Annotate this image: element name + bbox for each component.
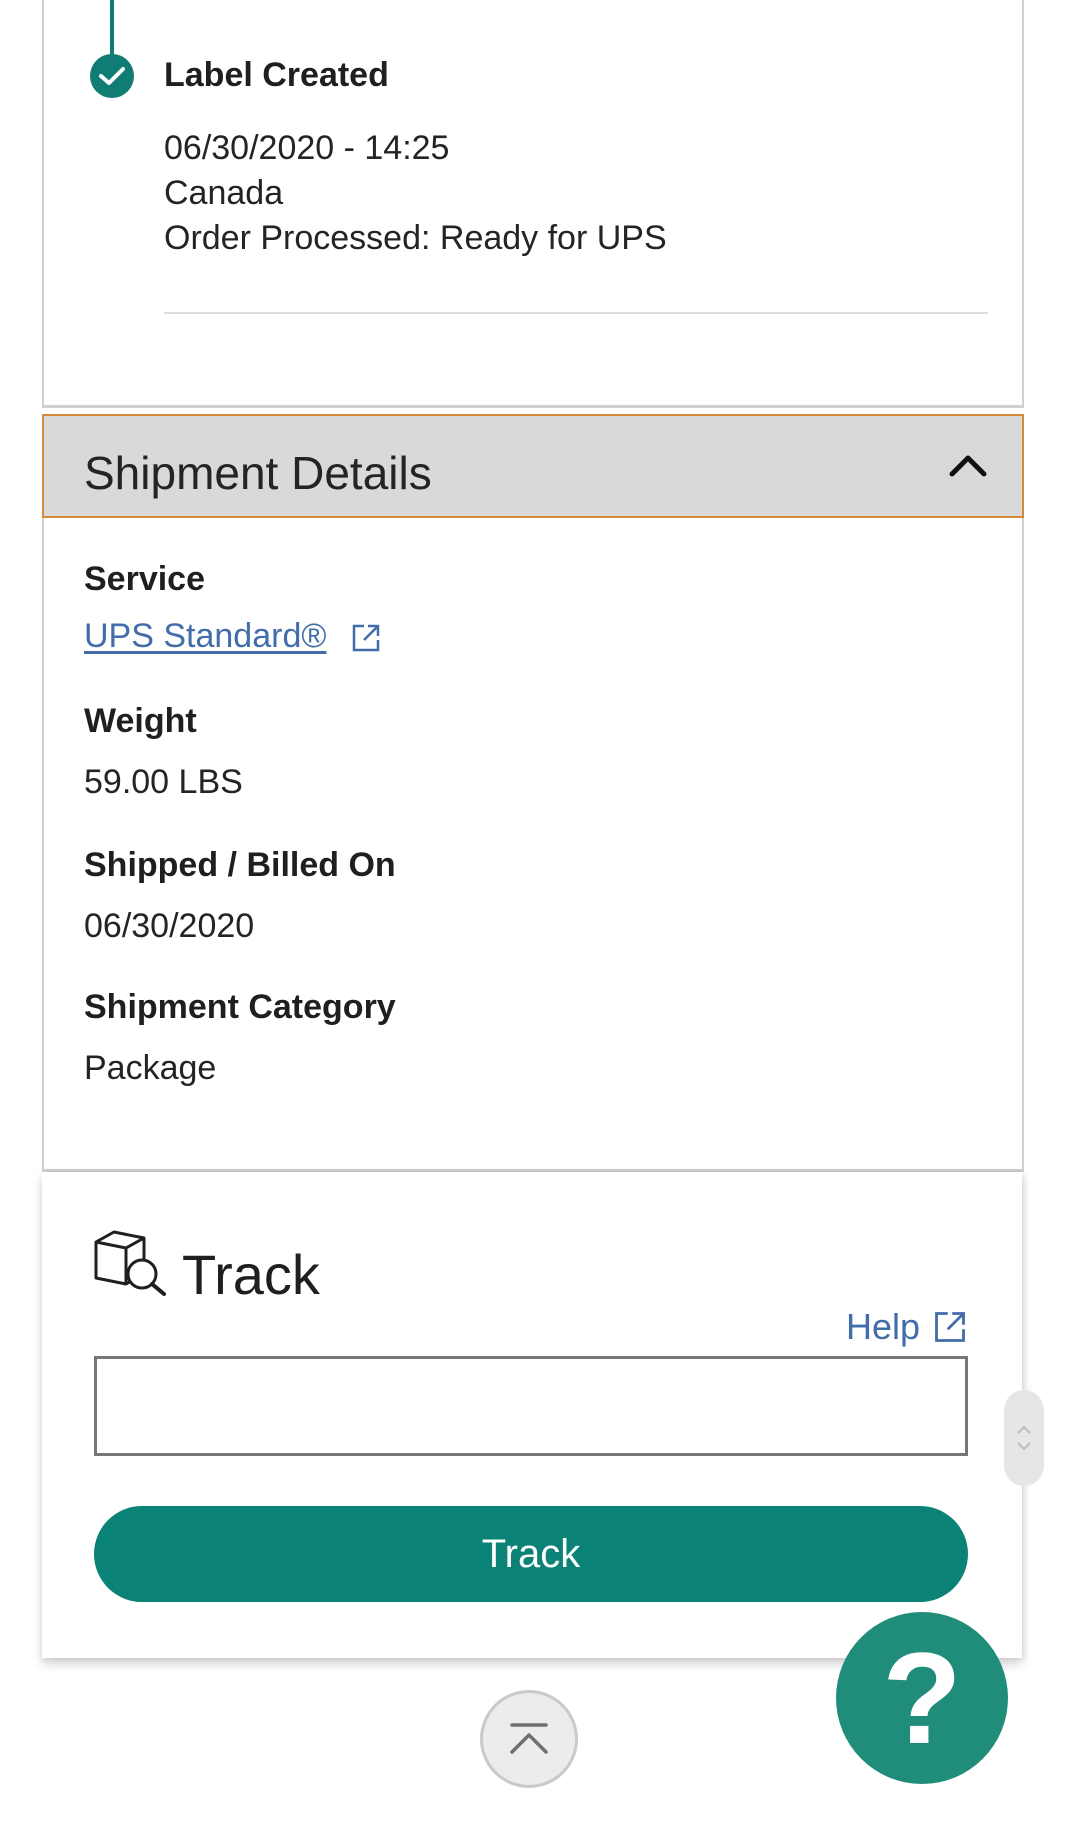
service-link[interactable]: UPS Standard® — [84, 617, 326, 655]
event-details: 06/30/2020 - 14:25 Canada Order Processe… — [164, 126, 667, 261]
track-button[interactable]: Track — [94, 1506, 968, 1602]
shipment-category-field: Shipment Category Package — [84, 988, 396, 1088]
help-label: Help — [845, 1306, 920, 1347]
track-heading: Track — [182, 1243, 320, 1306]
scroll-handle[interactable] — [1004, 1390, 1044, 1486]
timeline-line — [110, 0, 114, 58]
shipped-billed-field: Shipped / Billed On 06/30/2020 — [84, 846, 396, 946]
event-description: Order Processed: Ready for UPS — [164, 219, 667, 257]
tracking-number-input[interactable] — [94, 1356, 968, 1456]
tracking-timeline: Label Created 06/30/2020 - 14:25 Canada … — [42, 0, 1024, 408]
event-datetime: 06/30/2020 - 14:25 — [164, 129, 450, 167]
help-link[interactable]: Help — [846, 1306, 968, 1348]
field-value: 06/30/2020 — [84, 907, 255, 945]
field-value: Package — [84, 1049, 217, 1087]
chevron-up-icon — [949, 455, 987, 477]
field-label: Service — [84, 560, 205, 598]
field-label: Shipment Category — [84, 988, 396, 1026]
shipment-details-toggle[interactable]: Shipment Details — [42, 414, 1024, 518]
weight-field: Weight 59.00 LBS — [84, 702, 243, 802]
shipment-details-panel: Service UPS Standard® Weight 59.00 LBS S… — [42, 518, 1024, 1172]
check-icon — [90, 54, 134, 98]
help-chat-button[interactable]: ? — [836, 1612, 1008, 1784]
track-widget: Track Help Track — [42, 1172, 1022, 1658]
back-to-top-button[interactable] — [480, 1690, 578, 1788]
event-location: Canada — [164, 174, 284, 212]
divider — [164, 312, 988, 314]
field-label: Weight — [84, 702, 197, 740]
field-label: Shipped / Billed On — [84, 846, 396, 884]
chevron-up-icon — [1017, 1425, 1031, 1434]
event-title: Label Created — [164, 56, 389, 94]
external-link-icon[interactable] — [350, 622, 382, 654]
shipment-details-title: Shipment Details — [84, 447, 432, 499]
field-value: 59.00 LBS — [84, 763, 243, 801]
package-search-icon — [94, 1230, 166, 1296]
back-to-top-icon — [510, 1723, 548, 1754]
external-link-icon — [935, 1312, 965, 1342]
service-field: Service UPS Standard® — [84, 560, 382, 656]
chevron-down-icon — [1017, 1442, 1031, 1451]
